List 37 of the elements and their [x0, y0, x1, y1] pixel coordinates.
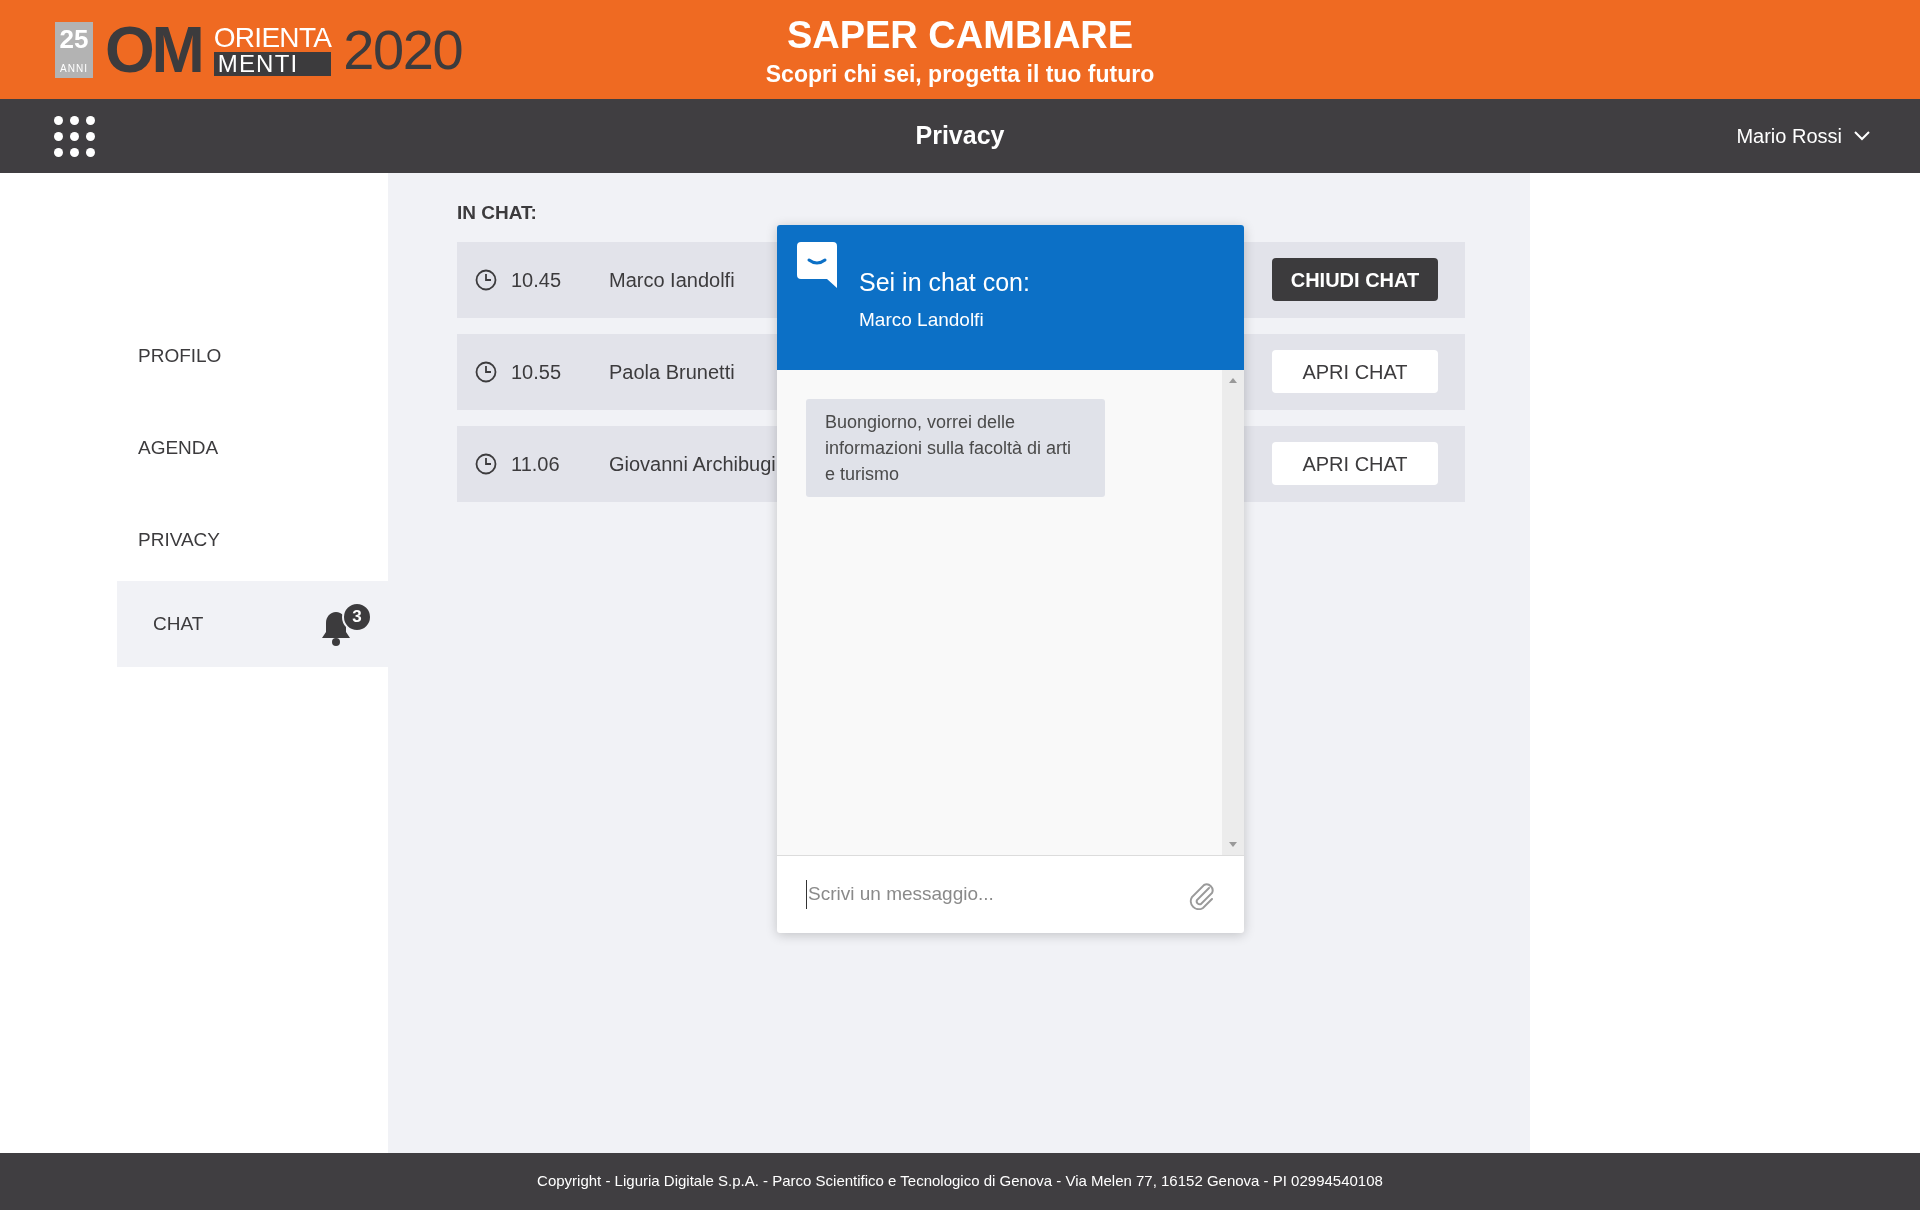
- chat-bubble-icon: [797, 242, 837, 288]
- chat-time: 10.45: [511, 267, 563, 293]
- logo-year: 2020: [343, 21, 463, 78]
- chat-time: 10.55: [511, 359, 563, 385]
- close-chat-button[interactable]: CHIUDI CHAT: [1272, 258, 1438, 301]
- footer-text: Copyright - Liguria Digitale S.p.A. - Parco Scientifico e Tecnologico di Genova - Via Melen 77, 16152 Genova - PI 02994540108: [537, 1171, 1383, 1192]
- open-chat-button[interactable]: APRI CHAT: [1272, 350, 1438, 393]
- site-title: SAPER CAMBIARE: [786, 13, 1134, 58]
- chevron-down-icon: [1854, 131, 1870, 141]
- clock-icon: [475, 268, 497, 291]
- section-heading: IN CHAT:: [457, 201, 538, 225]
- logo-word: MENTI: [213, 51, 332, 76]
- page-title: Privacy: [915, 120, 1005, 152]
- scroll-up-icon[interactable]: [1229, 378, 1237, 383]
- logo-caption: ANNI: [60, 63, 88, 74]
- logo-number: 25: [59, 25, 89, 52]
- bell-icon: [320, 610, 352, 646]
- chat-message: Buongiorno, vorrei delle informazioni sulla facoltà di arti e turismo: [806, 399, 1105, 497]
- clock-icon: [475, 452, 497, 475]
- open-chat-button[interactable]: APRI CHAT: [1272, 442, 1438, 485]
- notification-badge: 3: [342, 602, 372, 632]
- sidebar-item[interactable]: CHAT 3: [117, 581, 388, 667]
- contact-name: Marco Iandolfi: [609, 267, 735, 293]
- chat-time: 11.06: [511, 451, 561, 477]
- scroll-down-icon[interactable]: [1229, 842, 1237, 847]
- apps-menu-icon[interactable]: [54, 115, 95, 157]
- site-subtitle: Scopri chi sei, progetta il tuo futuro: [765, 59, 1155, 89]
- message-input[interactable]: Scrivi un messaggio...: [806, 880, 1187, 909]
- user-menu[interactable]: Mario Rossi: [1736, 121, 1870, 151]
- clock-icon: [475, 360, 497, 383]
- scrollbar[interactable]: [1222, 370, 1244, 855]
- contact-name: Giovanni Archibugi: [609, 451, 776, 477]
- contact-name: Paola Brunetti: [609, 359, 735, 385]
- logo-word: ORIENTA: [213, 23, 332, 52]
- contact-name: Marco Landolfi: [859, 307, 985, 332]
- logo-letters: OM: [105, 17, 202, 82]
- chat-title: Sei in chat con:: [859, 267, 1030, 298]
